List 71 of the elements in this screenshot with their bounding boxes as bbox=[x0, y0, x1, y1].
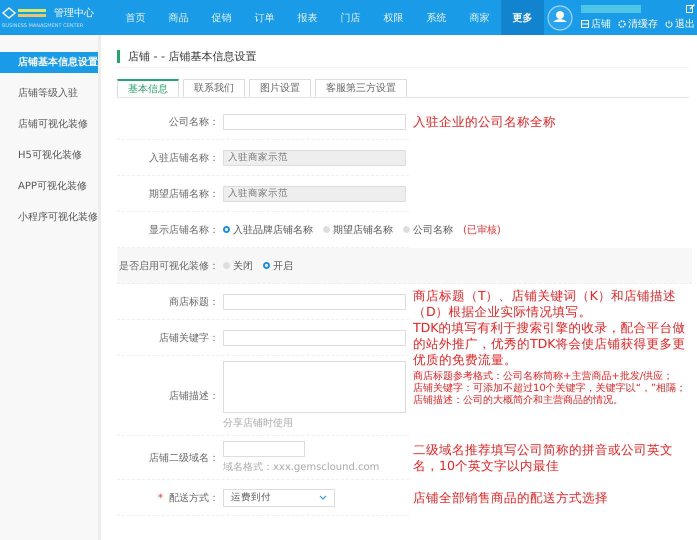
field-hint: 域名格式：xxx.gemsclound.com bbox=[223, 460, 380, 474]
annotation-text: TDK的填写有利于搜索引擎的收录，配合平台做的站外推广，优秀的TDK将会使店铺获得更多更优质的免费流量。 bbox=[413, 320, 686, 368]
field-hint: 分享店铺时使用 bbox=[223, 416, 294, 430]
field-label: 店铺二级域名： bbox=[149, 452, 219, 464]
nav-tab[interactable]: 订单 bbox=[243, 0, 286, 35]
dropdown[interactable]: 运费到付 bbox=[223, 488, 335, 506]
gear-icon bbox=[618, 20, 626, 28]
field-label: 显示店铺名称： bbox=[149, 224, 219, 236]
header-link[interactable]: 店铺 bbox=[581, 17, 611, 31]
text-field[interactable] bbox=[223, 330, 406, 346]
sidebar-item[interactable]: 店铺基本信息设置 bbox=[0, 52, 98, 73]
sidebar-item[interactable]: 小程序可视化装修 bbox=[0, 207, 98, 228]
text-field[interactable] bbox=[223, 294, 406, 310]
radio-icon[interactable] bbox=[323, 226, 330, 233]
text-field[interactable] bbox=[223, 441, 305, 457]
nav-tab[interactable]: 系统 bbox=[415, 0, 458, 35]
power-icon bbox=[665, 20, 673, 28]
nav-tab[interactable]: 门店 bbox=[329, 0, 372, 35]
field-label: 配送方式： bbox=[169, 492, 219, 504]
nav-tab[interactable]: 商家 bbox=[458, 0, 501, 35]
nav-tab[interactable]: 商品 bbox=[157, 0, 200, 35]
sidebar-item[interactable]: 店铺等级入驻 bbox=[0, 83, 98, 104]
text-field[interactable] bbox=[223, 114, 406, 130]
edit-icon[interactable] bbox=[686, 4, 695, 13]
header-link[interactable]: 退出 bbox=[665, 17, 695, 31]
radio-option[interactable]: 关闭 bbox=[223, 258, 253, 272]
logo-icon bbox=[2, 6, 48, 20]
nav-tab[interactable]: 权限 bbox=[372, 0, 415, 35]
radio-icon[interactable] bbox=[223, 226, 230, 233]
radio-option[interactable]: 入驻品牌店铺名称 bbox=[223, 222, 313, 236]
radio-icon[interactable] bbox=[223, 262, 230, 269]
radio-icon[interactable] bbox=[263, 262, 270, 269]
field-label: 期望店铺名称： bbox=[149, 188, 219, 200]
tab[interactable]: 客服第三方设置 bbox=[315, 79, 407, 97]
radio-icon[interactable] bbox=[403, 226, 410, 233]
nav-tab[interactable]: 更多 bbox=[501, 0, 544, 35]
field-label: 公司名称： bbox=[169, 116, 219, 128]
field-label: 是否启用可视化装修： bbox=[119, 260, 219, 272]
status-text: (已审核) bbox=[463, 224, 501, 236]
brand-title: 管理中心 bbox=[54, 6, 94, 20]
chevron-down-icon bbox=[319, 495, 327, 500]
required-mark: * bbox=[158, 492, 163, 504]
tab[interactable]: 基本信息 bbox=[117, 79, 179, 97]
field-label: 入驻店铺名称： bbox=[149, 152, 219, 164]
sidebar-item[interactable]: APP可视化装修 bbox=[0, 176, 98, 197]
annotation-text: 商店标题（T）、店铺关键词（K）和店铺描述（D）根据企业实际情况填写。 bbox=[413, 288, 677, 320]
annotation-text: 店铺全部销售商品的配送方式选择 bbox=[413, 490, 608, 506]
tab[interactable]: 联系我们 bbox=[183, 79, 245, 97]
tab[interactable]: 图片设置 bbox=[249, 79, 311, 97]
annotation-text: 入驻企业的公司名称全称 bbox=[413, 114, 556, 130]
nav-tab[interactable]: 报表 bbox=[286, 0, 329, 35]
radio-option[interactable]: 开启 bbox=[263, 258, 293, 272]
annotation-text: 商店标题参考格式：公司名称简称+主营商品+批发/供应； bbox=[413, 371, 674, 382]
header-link[interactable]: 清缓存 bbox=[618, 17, 658, 31]
sidebar-item[interactable]: 店铺可视化装修 bbox=[0, 114, 98, 135]
field-label: 店铺关键字： bbox=[159, 332, 219, 344]
annotation-text: 店铺关键字：可添加不超过10个关键字，关键字以“，”相隔； bbox=[413, 383, 688, 394]
radio-option[interactable]: 公司名称 bbox=[403, 222, 453, 236]
text-area[interactable] bbox=[223, 361, 406, 413]
store-icon bbox=[581, 20, 589, 28]
annotation-text: 二级域名推荐填写公司简称的拼音或公司英文名，10个英文字以内最佳 bbox=[413, 442, 674, 474]
field-label: 商店标题： bbox=[169, 296, 219, 308]
annotation-text: 店铺描述：公司的大概简介和主营商品的情况。 bbox=[413, 395, 624, 407]
radio-option[interactable]: 期望店铺名称 bbox=[323, 222, 393, 236]
page-title: 店铺 - - 店铺基本信息设置 bbox=[128, 48, 256, 64]
nav-tab[interactable]: 首页 bbox=[114, 0, 157, 35]
field-label: 店铺描述： bbox=[169, 390, 219, 402]
sidebar-item[interactable]: H5可视化装修 bbox=[0, 145, 98, 166]
avatar-icon[interactable] bbox=[547, 4, 573, 30]
redacted-username bbox=[581, 4, 641, 12]
nav-tab[interactable]: 促销 bbox=[200, 0, 243, 35]
